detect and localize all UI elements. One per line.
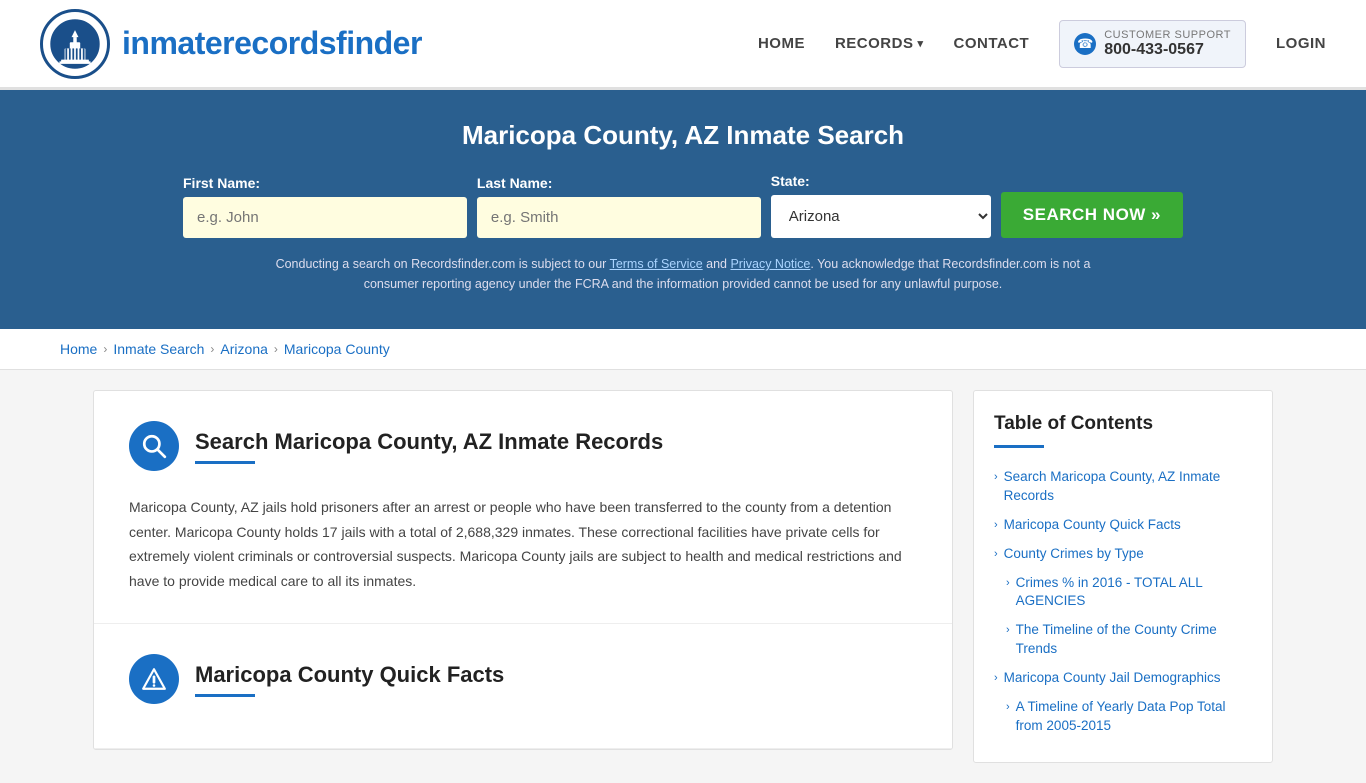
toc-item-1: › Search Maricopa County, AZ Inmate Reco… [994, 464, 1252, 510]
first-name-label: First Name: [183, 175, 467, 191]
hero-title: Maricopa County, AZ Inmate Search [40, 120, 1326, 151]
nav-records[interactable]: RECORDS ▾ [835, 35, 924, 52]
breadcrumb-arizona[interactable]: Arizona [220, 341, 267, 357]
last-name-label: Last Name: [477, 175, 761, 191]
privacy-link[interactable]: Privacy Notice [730, 257, 810, 271]
toc-item-3: › County Crimes by Type [994, 541, 1252, 568]
first-name-input[interactable] [183, 197, 467, 238]
site-header: inmaterecordsfinder HOME RECORDS ▾ CONTA… [0, 0, 1366, 90]
toc-link-6[interactable]: Maricopa County Jail Demographics [1004, 669, 1221, 688]
toc-title: Table of Contents [994, 413, 1252, 435]
terms-link[interactable]: Terms of Service [610, 257, 703, 271]
search-icon-circle [129, 421, 179, 471]
toc-link-3[interactable]: County Crimes by Type [1004, 545, 1144, 564]
breadcrumb-sep-1: › [103, 342, 107, 356]
section1-header: Search Maricopa County, AZ Inmate Record… [129, 421, 917, 471]
toc-link-2[interactable]: Maricopa County Quick Facts [1004, 516, 1181, 535]
chevron-down-icon: ▾ [917, 37, 923, 50]
toc-link-5[interactable]: The Timeline of the County Crime Trends [1016, 621, 1252, 659]
state-label: State: [771, 173, 991, 189]
toc-divider [994, 445, 1044, 448]
search-button[interactable]: SEARCH NOW » [1001, 192, 1183, 238]
breadcrumb: Home › Inmate Search › Arizona › Maricop… [0, 329, 1366, 370]
main-nav: HOME RECORDS ▾ CONTACT ☎ CUSTOMER SUPPOR… [758, 20, 1326, 68]
section-inmate-records: Search Maricopa County, AZ Inmate Record… [94, 391, 952, 624]
section1-body: Maricopa County, AZ jails hold prisoners… [129, 485, 917, 593]
toc-list: › Search Maricopa County, AZ Inmate Reco… [994, 464, 1252, 740]
chevron-icon-2: › [994, 519, 998, 531]
logo-area: inmaterecordsfinder [40, 9, 422, 79]
state-group: State: Arizona Alabama Alaska California… [771, 173, 991, 238]
toc-link-1[interactable]: Search Maricopa County, AZ Inmate Record… [1004, 468, 1252, 506]
section2-underline [195, 694, 255, 697]
toc-item-4: › Crimes % in 2016 - TOTAL ALL AGENCIES [994, 570, 1252, 616]
chevron-icon-1: › [994, 471, 998, 483]
section2-title: Maricopa County Quick Facts [195, 662, 504, 688]
chevron-icon-3: › [994, 548, 998, 560]
section2-title-block: Maricopa County Quick Facts [195, 662, 504, 697]
toc-link-7[interactable]: A Timeline of Yearly Data Pop Total from… [1016, 698, 1252, 736]
search-form: First Name: Last Name: State: Arizona Al… [183, 173, 1183, 238]
hero-disclaimer: Conducting a search on Recordsfinder.com… [273, 254, 1093, 294]
toc-item-5: › The Timeline of the County Crime Trend… [994, 617, 1252, 663]
chevron-icon-6: › [994, 672, 998, 684]
chevron-icon-5: › [1006, 624, 1010, 636]
toc-item-2: › Maricopa County Quick Facts [994, 512, 1252, 539]
main-content: Search Maricopa County, AZ Inmate Record… [53, 390, 1313, 763]
triangle-warning-icon [141, 666, 167, 692]
warning-icon-circle [129, 654, 179, 704]
last-name-group: Last Name: [477, 175, 761, 238]
chevron-icon-4: › [1006, 577, 1010, 589]
hero-section: Maricopa County, AZ Inmate Search First … [0, 90, 1366, 329]
section1-underline [195, 461, 255, 464]
support-box: ☎ CUSTOMER SUPPORT 800-433-0567 [1059, 20, 1246, 68]
chevron-icon-7: › [1006, 701, 1010, 713]
magnifier-icon [141, 433, 167, 459]
logo-text: inmaterecordsfinder [122, 25, 422, 62]
section-quick-facts: Maricopa County Quick Facts [94, 624, 952, 749]
support-info: CUSTOMER SUPPORT 800-433-0567 [1104, 29, 1231, 59]
section1-title: Search Maricopa County, AZ Inmate Record… [195, 429, 663, 455]
state-select[interactable]: Arizona Alabama Alaska California Colora… [771, 195, 991, 238]
toc-link-4[interactable]: Crimes % in 2016 - TOTAL ALL AGENCIES [1016, 574, 1252, 612]
breadcrumb-sep-2: › [210, 342, 214, 356]
toc-item-6: › Maricopa County Jail Demographics [994, 665, 1252, 692]
content-area: Search Maricopa County, AZ Inmate Record… [93, 390, 953, 750]
nav-contact[interactable]: CONTACT [954, 35, 1030, 52]
breadcrumb-county: Maricopa County [284, 341, 390, 357]
breadcrumb-home[interactable]: Home [60, 341, 97, 357]
breadcrumb-inmate-search[interactable]: Inmate Search [113, 341, 204, 357]
last-name-input[interactable] [477, 197, 761, 238]
toc-item-7: › A Timeline of Yearly Data Pop Total fr… [994, 694, 1252, 740]
section2-header: Maricopa County Quick Facts [129, 654, 917, 704]
logo-icon [40, 9, 110, 79]
breadcrumb-sep-3: › [274, 342, 278, 356]
section1-title-block: Search Maricopa County, AZ Inmate Record… [195, 429, 663, 464]
phone-icon: ☎ [1074, 33, 1096, 55]
sidebar-toc: Table of Contents › Search Maricopa Coun… [973, 390, 1273, 763]
first-name-group: First Name: [183, 175, 467, 238]
nav-home[interactable]: HOME [758, 35, 805, 52]
login-button[interactable]: LOGIN [1276, 35, 1326, 52]
